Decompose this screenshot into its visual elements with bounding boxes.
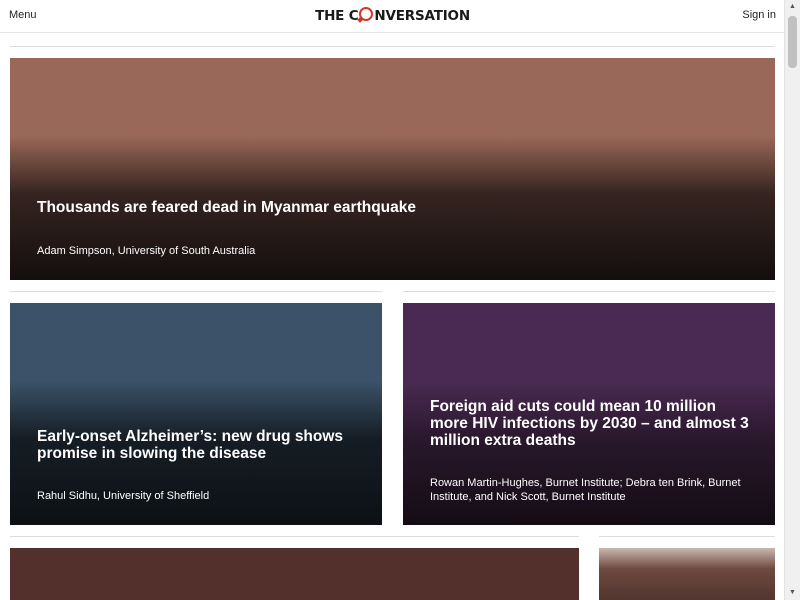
article-card-image[interactable]: [10, 548, 579, 600]
sign-in-button[interactable]: Sign in: [742, 9, 776, 21]
article-card-foreign-aid[interactable]: Foreign aid cuts could mean 10 million m…: [403, 303, 775, 525]
site-header: Menu THE CONVERSATION Sign in: [0, 0, 785, 33]
article-byline: Rowan Martin-Hughes, Burnet Institute; D…: [430, 477, 741, 503]
logo-text-end: NVERSATION: [374, 8, 470, 24]
scrollbar-thumb[interactable]: [788, 16, 797, 68]
logo-text-start: THE C: [315, 8, 359, 24]
page: Menu THE CONVERSATION Sign in Thousands …: [0, 0, 800, 600]
divider: [10, 46, 775, 47]
scroll-down-arrow-icon[interactable]: ▼: [785, 586, 800, 600]
article-card-alzheimers[interactable]: Early-onset Alzheimer’s: new drug shows …: [10, 303, 382, 525]
site-logo[interactable]: THE CONVERSATION: [0, 7, 785, 24]
divider: [599, 536, 775, 537]
speech-bubble-icon: [359, 7, 374, 21]
article-title[interactable]: Early-onset Alzheimer’s: new drug shows …: [37, 428, 367, 462]
article-card-image[interactable]: [599, 548, 775, 600]
article-card-hero[interactable]: Thousands are feared dead in Myanmar ear…: [10, 58, 775, 280]
divider: [10, 291, 382, 292]
article-title[interactable]: Foreign aid cuts could mean 10 million m…: [430, 398, 750, 449]
article-byline: Adam Simpson, University of South Austra…: [37, 245, 256, 257]
divider: [10, 536, 579, 537]
vertical-scrollbar[interactable]: ▲ ▼: [784, 0, 800, 600]
article-title[interactable]: Thousands are feared dead in Myanmar ear…: [37, 199, 437, 216]
article-byline: Rahul Sidhu, University of Sheffield: [37, 490, 210, 502]
scroll-up-arrow-icon[interactable]: ▲: [785, 0, 800, 14]
divider: [403, 291, 775, 292]
